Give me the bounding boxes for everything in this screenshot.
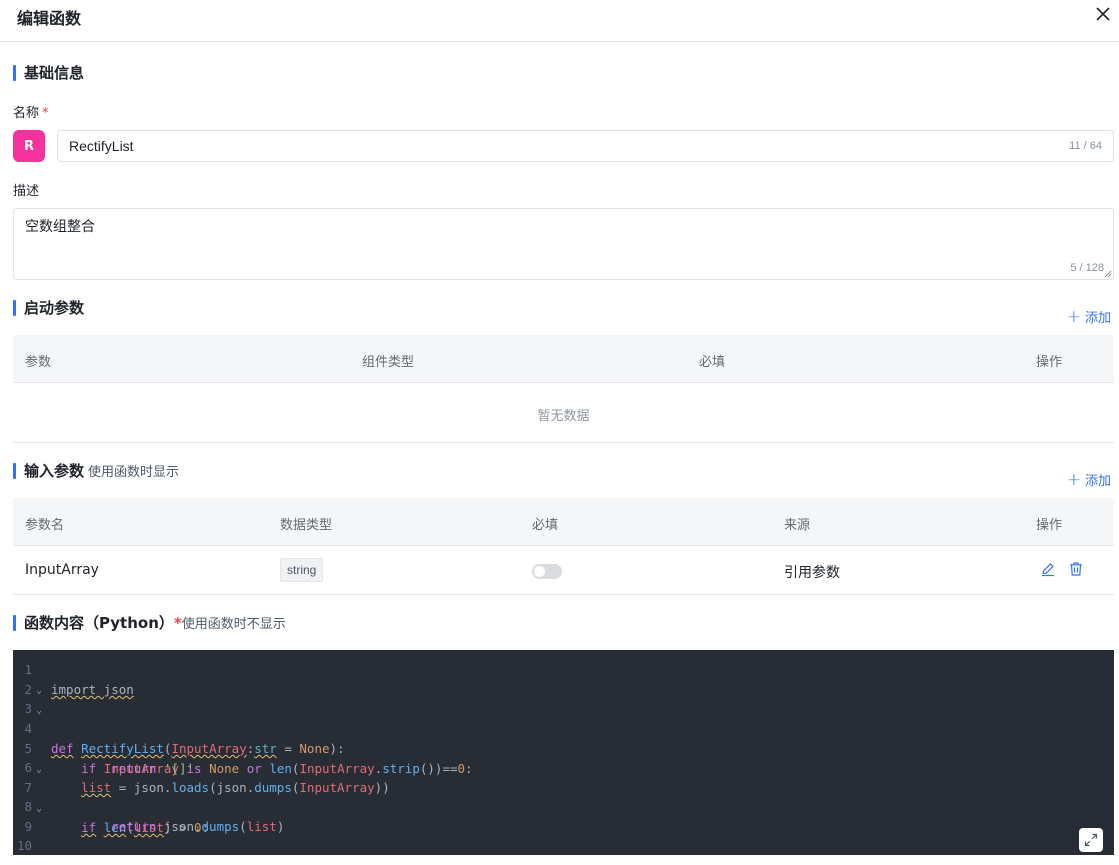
fold-icon[interactable]: ⌄ xyxy=(36,701,42,721)
startup-params-table: 参数 组件类型 必填 操作 暂无数据 xyxy=(13,335,1114,444)
code-line: 10 return '[]' xyxy=(13,816,1114,853)
toggle-knob xyxy=(534,566,545,577)
function-avatar[interactable]: R xyxy=(13,130,45,162)
avatar-letter: R xyxy=(23,138,34,154)
name-field[interactable]: 11 / 64 xyxy=(57,130,1114,162)
column-header: 必填 xyxy=(532,518,559,533)
source-cell: 引用参数 xyxy=(784,565,840,581)
table-row: InputArray string 引用参数 xyxy=(13,546,1114,595)
empty-text: 暂无数据 xyxy=(537,409,590,424)
code-editor[interactable]: 1 import json 2 3 ⌄ def RectifyList(Inpu… xyxy=(13,650,1114,855)
code-line: 8 return json.dumps(list) xyxy=(13,777,1114,834)
name-input[interactable] xyxy=(69,131,1029,161)
required-star: * xyxy=(42,106,49,121)
code-line: 2 xyxy=(13,660,1114,697)
desc-char-counter: 5 / 128 xyxy=(1070,262,1104,274)
name-label-text: 名称 xyxy=(13,106,40,121)
section-input-params-title: 输入参数 xyxy=(24,462,85,480)
code-line: 7 ⌄ if len(list) > 0: xyxy=(13,758,1114,835)
name-label: 名称 * xyxy=(13,102,49,121)
description-text[interactable]: 空数组整合 xyxy=(25,216,95,236)
table-header: 参数 组件类型 必填 操作 xyxy=(13,335,1114,383)
resize-handle-icon[interactable] xyxy=(1104,270,1112,278)
delete-icon[interactable] xyxy=(1068,561,1084,577)
expand-icon xyxy=(1084,833,1098,847)
add-input-param-button[interactable]: + 添加 xyxy=(1067,470,1111,489)
section-basic-info: 基础信息 xyxy=(13,63,84,83)
input-params-table: 参数名 数据类型 必填 来源 操作 InputArray string 引用参数 xyxy=(13,498,1114,596)
plus-icon: + xyxy=(1066,469,1081,490)
name-char-counter: 11 / 64 xyxy=(1069,140,1102,152)
code-line: 4 ⌄ if InputArray is None or len(InputAr… xyxy=(13,699,1114,776)
section-function-content: 函数内容（Python）*使用函数时不显示 xyxy=(13,613,286,633)
dialog-title: 编辑函数 xyxy=(17,9,82,28)
edit-icon[interactable] xyxy=(1040,561,1056,577)
table-header: 参数名 数据类型 必填 来源 操作 xyxy=(13,498,1114,546)
column-header: 必填 xyxy=(699,355,726,370)
column-header: 参数 xyxy=(25,355,52,370)
desc-label: 描述 xyxy=(13,180,39,199)
column-header: 来源 xyxy=(784,518,811,533)
code-line: 5 return '[]' xyxy=(13,719,1114,776)
add-startup-param-button[interactable]: + 添加 xyxy=(1067,307,1111,326)
description-textarea[interactable]: 空数组整合 5 / 128 xyxy=(13,208,1114,280)
required-toggle[interactable] xyxy=(532,564,562,579)
column-header: 操作 xyxy=(1036,355,1063,370)
add-input-param-label: 添加 xyxy=(1084,474,1111,489)
column-header: 数据类型 xyxy=(280,518,333,533)
desc-label-text: 描述 xyxy=(13,184,40,199)
section-input-params-subtitle: 使用函数时显示 xyxy=(88,465,180,480)
code-line: 6 list = json.loads(json.dumps(InputArra… xyxy=(13,738,1114,795)
add-startup-param-label: 添加 xyxy=(1084,311,1111,326)
section-startup-params-title: 启动参数 xyxy=(24,299,85,317)
required-star: * xyxy=(173,614,182,632)
section-input-params: 输入参数 使用函数时显示 xyxy=(13,461,179,481)
empty-state: 暂无数据 xyxy=(13,383,1114,443)
param-name-cell: InputArray xyxy=(25,562,99,578)
section-function-content-title: 函数内容（Python） xyxy=(24,614,174,632)
code-line: 9 ⌄ else: xyxy=(13,797,1114,834)
column-header: 组件类型 xyxy=(362,355,415,370)
section-basic-info-title: 基础信息 xyxy=(24,64,85,82)
section-startup-params: 启动参数 xyxy=(13,298,84,318)
section-function-content-subtitle: 使用函数时不显示 xyxy=(181,617,286,632)
plus-icon: + xyxy=(1066,306,1081,327)
expand-editor-button[interactable] xyxy=(1079,828,1103,852)
code-line: 11 xyxy=(13,836,1114,855)
column-header: 参数名 xyxy=(25,518,65,533)
column-header: 操作 xyxy=(1036,518,1063,533)
code-line: 3 ⌄ def RectifyList(InputArray:str = Non… xyxy=(13,679,1114,756)
fold-icon[interactable]: ⌄ xyxy=(36,681,42,701)
close-icon[interactable] xyxy=(1093,4,1113,24)
data-type-tag: string xyxy=(280,558,324,582)
dialog-header: 编辑函数 xyxy=(0,0,1119,42)
code-line: 1 import json xyxy=(13,650,1114,697)
